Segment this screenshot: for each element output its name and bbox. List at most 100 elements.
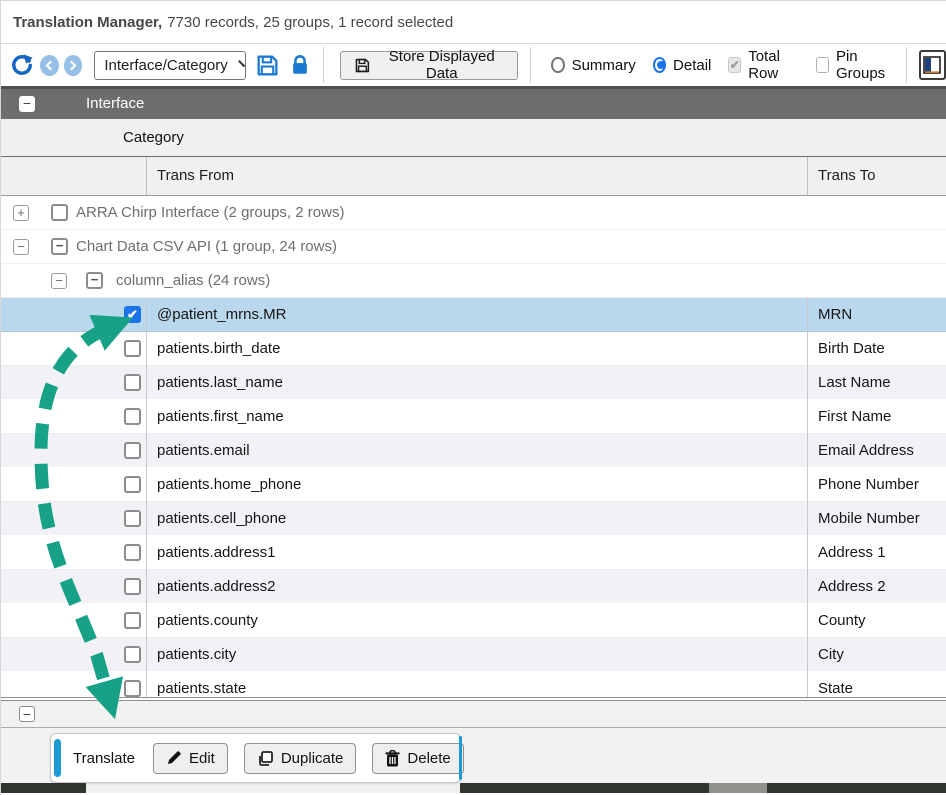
table-row[interactable]: patients.address2Address 2 (1, 570, 946, 604)
trans-to-cell: County (807, 604, 946, 638)
table-row[interactable]: patients.cell_phoneMobile Number (1, 502, 946, 536)
background-window-strip (1, 783, 946, 793)
row-checkbox[interactable] (124, 510, 141, 527)
trans-from-cell: patients.email (146, 434, 806, 468)
bottom-panel-collapse-row: − (1, 701, 946, 728)
pencil-icon (166, 750, 182, 766)
summary-radio[interactable] (551, 57, 564, 73)
background-window-strip (460, 783, 709, 793)
collapse-bottom-panel-button[interactable]: − (19, 706, 35, 722)
split-panel-button[interactable] (919, 50, 946, 80)
refresh-icon (9, 52, 35, 78)
bottom-panel: Translate Edit Duplicate (1, 728, 946, 783)
table-row[interactable]: patients.address1Address 1 (1, 536, 946, 570)
grouping-select[interactable]: Interface/Category (94, 51, 246, 80)
row-checkbox[interactable] (124, 340, 141, 357)
translate-toolbar: Translate Edit Duplicate (50, 733, 461, 783)
table-row[interactable]: + ARRA Chirp Interface (2 groups, 2 rows) (1, 196, 946, 230)
group-row-label: Chart Data CSV API (1 group, 24 rows) (76, 230, 337, 263)
store-displayed-data-button[interactable]: Store Displayed Data (340, 51, 518, 80)
delete-button[interactable]: Delete (372, 743, 463, 774)
nav-back-icon (46, 60, 56, 70)
save-icon (255, 53, 280, 78)
table-row[interactable]: patients.emailEmail Address (1, 434, 946, 468)
trans-to-cell: Email Address (807, 434, 946, 468)
toolbar-separator (906, 47, 907, 83)
summary-radio-label: Summary (572, 57, 636, 74)
pin-groups-checkbox[interactable] (816, 57, 829, 73)
row-checkbox[interactable]: ✔ (124, 306, 141, 323)
table-row[interactable]: patients.last_nameLast Name (1, 366, 946, 400)
row-checkbox[interactable] (124, 408, 141, 425)
background-window-strip (767, 783, 946, 793)
trans-from-cell: patients.last_name (146, 366, 806, 400)
page-title: Translation Manager, (13, 14, 162, 31)
row-checkbox[interactable] (124, 680, 141, 697)
tree-toggle-icon[interactable]: + (13, 205, 29, 221)
duplicate-button[interactable]: Duplicate (244, 743, 357, 774)
edit-button-label: Edit (189, 750, 215, 767)
lock-button[interactable] (289, 53, 311, 77)
row-checkbox[interactable] (124, 612, 141, 629)
trans-to-cell: First Name (807, 400, 946, 434)
trans-from-cell: @patient_mrns.MR (146, 298, 806, 332)
background-window-strip (709, 783, 767, 793)
row-checkbox[interactable] (124, 578, 141, 595)
nav-back-button[interactable] (40, 55, 59, 76)
trans-from-cell: patients.state (146, 672, 806, 697)
row-checkbox[interactable] (51, 204, 68, 221)
view-options: Summary Detail ✔ Total Row Pin Groups (551, 48, 904, 82)
refresh-button[interactable] (9, 51, 35, 79)
row-checkbox[interactable] (124, 442, 141, 459)
column-header-row: Trans From Trans To (1, 157, 946, 196)
group-row-label: ARRA Chirp Interface (2 groups, 2 rows) (76, 196, 344, 229)
detail-radio[interactable] (653, 57, 666, 73)
pin-groups-label: Pin Groups (836, 48, 894, 82)
interface-group-header: − Interface (1, 86, 946, 119)
table-row[interactable]: patients.first_nameFirst Name (1, 400, 946, 434)
interface-header-label: Interface (86, 89, 144, 119)
split-panel-icon (922, 55, 942, 75)
duplicate-icon (257, 750, 274, 767)
title-bar: Translation Manager,7730 records, 25 gro… (1, 1, 946, 44)
table-row[interactable]: patients.countyCounty (1, 604, 946, 638)
table-row[interactable]: patients.birth_dateBirth Date (1, 332, 946, 366)
table-row[interactable]: −−column_alias (24 rows) (1, 264, 946, 298)
trans-from-column-header[interactable]: Trans From (146, 157, 806, 195)
table-row[interactable]: −−Chart Data CSV API (1 group, 24 rows) (1, 230, 946, 264)
trans-to-cell: MRN (807, 298, 946, 332)
tree-toggle-icon[interactable]: − (51, 273, 67, 289)
trans-from-cell: patients.address1 (146, 536, 806, 570)
edit-button[interactable]: Edit (153, 743, 228, 774)
trans-to-cell: State (807, 672, 946, 697)
group-row-label: column_alias (24 rows) (116, 264, 270, 297)
total-row-checkbox[interactable]: ✔ (728, 57, 741, 73)
grouping-select-value: Interface/Category (104, 57, 227, 74)
nav-forward-icon (67, 60, 77, 70)
tree-toggle-icon[interactable]: − (13, 239, 29, 255)
nav-forward-button[interactable] (64, 55, 83, 76)
table-row[interactable]: ✔ @patient_mrns.MRMRN (1, 298, 946, 332)
table-row[interactable]: patients.home_phonePhone Number (1, 468, 946, 502)
chevron-down-icon (238, 60, 245, 67)
collapse-interface-button[interactable]: − (19, 96, 35, 112)
row-checkbox[interactable]: − (51, 238, 68, 255)
category-header-label: Category (123, 119, 184, 156)
toolbar: Interface/Category Store Displayed Dat (1, 44, 946, 86)
table-row[interactable]: patients.cityCity (1, 638, 946, 672)
total-row-label: Total Row (748, 48, 799, 82)
row-checkbox[interactable] (124, 544, 141, 561)
duplicate-button-label: Duplicate (281, 750, 344, 767)
trans-to-cell: Phone Number (807, 468, 946, 502)
trash-icon (385, 750, 400, 767)
row-checkbox[interactable] (124, 374, 141, 391)
trans-to-cell: City (807, 638, 946, 672)
trans-from-cell: patients.county (146, 604, 806, 638)
save-button[interactable] (255, 53, 280, 78)
table-row[interactable]: patients.stateState (1, 672, 946, 697)
row-checkbox[interactable]: − (86, 272, 103, 289)
trans-to-column-header[interactable]: Trans To (807, 157, 946, 195)
store-displayed-data-label: Store Displayed Data (379, 48, 504, 82)
row-checkbox[interactable] (124, 646, 141, 663)
row-checkbox[interactable] (124, 476, 141, 493)
